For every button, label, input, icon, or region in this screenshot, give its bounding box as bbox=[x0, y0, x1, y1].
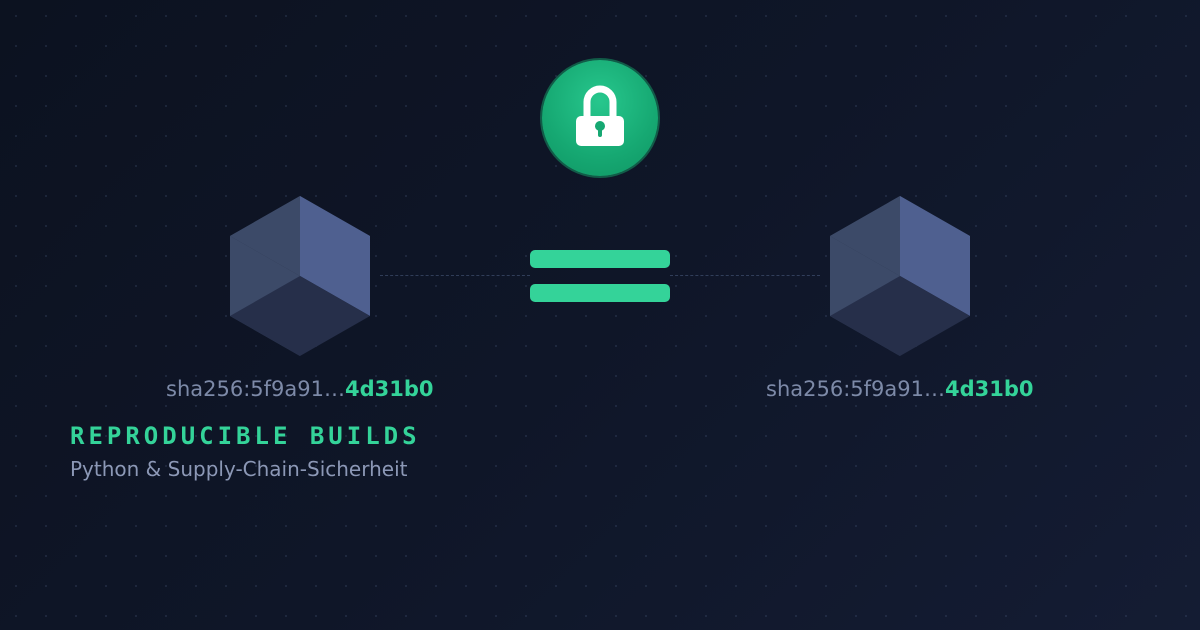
page-title: REPRODUCIBLE BUILDS bbox=[70, 422, 421, 450]
hash-right-prefix: sha256:5f9a91… bbox=[766, 377, 945, 401]
equals-sign-bottom-bar bbox=[530, 284, 670, 302]
hash-left: sha256:5f9a91…4d31b0 bbox=[166, 375, 434, 403]
build-artifact-cube-left bbox=[230, 196, 370, 356]
build-artifact-cube-right bbox=[830, 196, 970, 356]
equals-sign-top-bar bbox=[530, 250, 670, 268]
hash-left-suffix: 4d31b0 bbox=[344, 377, 434, 401]
connector-line-right bbox=[670, 275, 820, 276]
hash-left-prefix: sha256:5f9a91… bbox=[166, 377, 345, 401]
hash-right: sha256:5f9a91…4d31b0 bbox=[766, 375, 1034, 403]
lock-badge bbox=[542, 60, 658, 176]
page-subtitle: Python & Supply-Chain-Sicherheit bbox=[70, 457, 408, 481]
connector-line-left bbox=[380, 275, 530, 276]
lock-icon bbox=[576, 85, 624, 146]
hash-right-suffix: 4d31b0 bbox=[944, 377, 1034, 401]
